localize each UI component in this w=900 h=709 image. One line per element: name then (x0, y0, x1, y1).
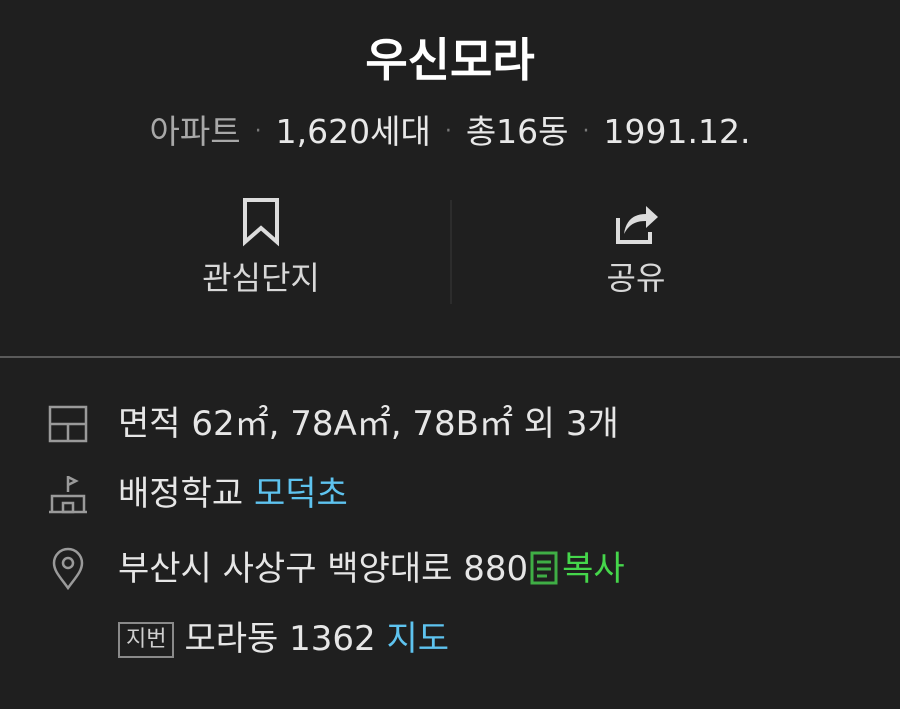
address-row: 부산시 사상구 백양대로 880 복사 (0, 541, 900, 597)
school-prefix: 배정학교 (118, 474, 244, 514)
complex-type: 아파트 (149, 112, 241, 151)
map-link[interactable]: 지도 (386, 619, 449, 659)
meta-separator: · (254, 119, 262, 144)
address-text: 부산시 사상구 백양대로 880 복사 (118, 541, 625, 597)
floorplan-icon (48, 405, 88, 443)
school-flag-icon (49, 475, 87, 514)
school-link[interactable]: 모덕초 (254, 474, 348, 514)
action-divider (450, 200, 452, 304)
meta-separator: · (582, 119, 590, 144)
copy-icon[interactable] (530, 550, 558, 586)
bookmark-button[interactable]: 관심단지 (111, 190, 411, 310)
lot-address: 모라동 1362 (184, 619, 376, 659)
location-pin-icon (52, 547, 84, 591)
complex-households: 1,620세대 (275, 112, 431, 151)
share-button[interactable]: 공유 (486, 190, 786, 310)
area-text: 면적 62㎡, 78A㎡, 78B㎡ 외 3개 (118, 404, 619, 444)
school-text: 배정학교 모덕초 (118, 466, 348, 522)
copy-address-button[interactable]: 복사 (562, 549, 625, 589)
lot-badge: 지번 (118, 622, 175, 658)
lot-text: 지번 모라동 1362 지도 (118, 611, 449, 667)
share-label: 공유 (606, 259, 666, 297)
address-value: 부산시 사상구 백양대로 880 (118, 549, 529, 589)
complex-title: 우신모라 (365, 33, 535, 87)
bookmark-label: 관심단지 (202, 259, 320, 297)
complex-buildings: 총16동 (465, 112, 569, 151)
meta-separator: · (444, 119, 452, 144)
share-icon (616, 206, 658, 244)
complex-meta: 아파트 · 1,620세대 · 총16동 · 1991.12. (0, 108, 900, 156)
school-row: 배정학교 모덕초 (0, 466, 900, 522)
area-row[interactable]: 면적 62㎡, 78A㎡, 78B㎡ 외 3개 (0, 396, 900, 452)
bookmark-icon (243, 198, 279, 247)
complex-built-date: 1991.12. (603, 112, 751, 151)
section-divider (0, 356, 900, 358)
lot-address-row: 지번 모라동 1362 지도 (0, 611, 900, 667)
